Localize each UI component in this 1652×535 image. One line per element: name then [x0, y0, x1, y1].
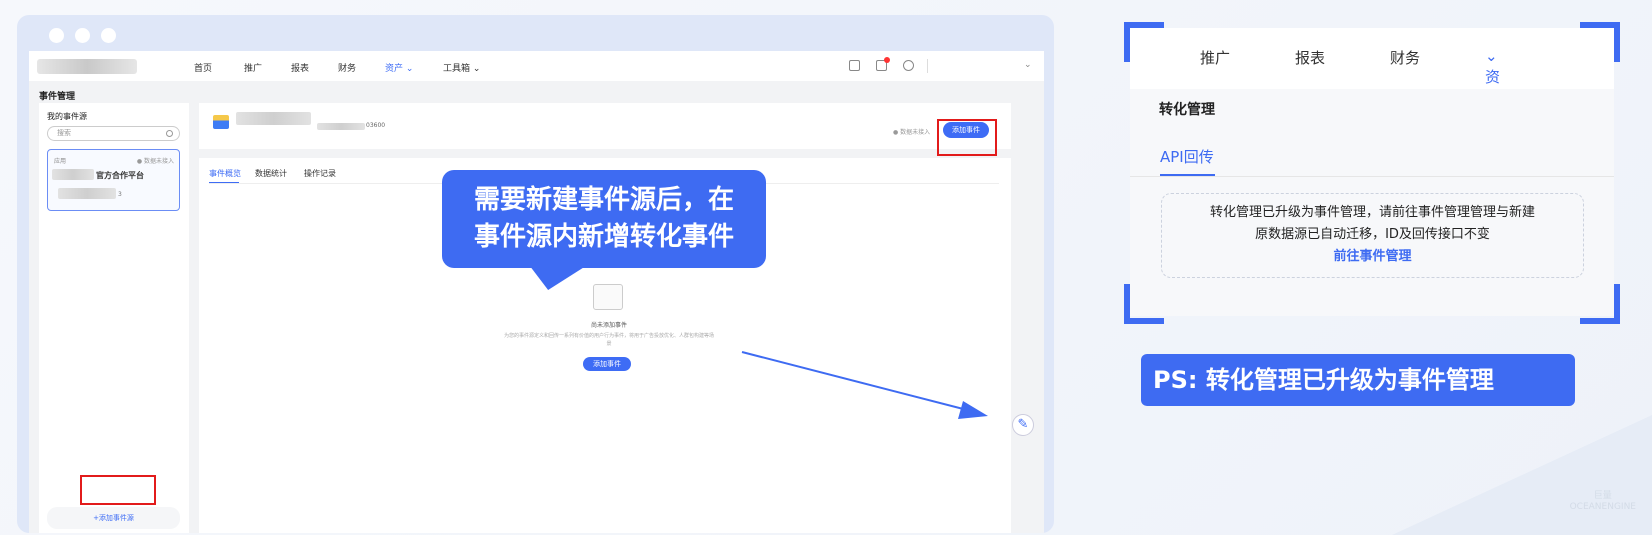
upgrade-notice: 转化管理已升级为事件管理，请前往事件管理管理与新建 原数据源已自动迁移，ID及回…	[1161, 193, 1584, 278]
nav-item-promotion[interactable]: 推广	[1200, 47, 1230, 68]
nav-item-reports[interactable]: 报表	[1295, 47, 1325, 68]
nav-item-assets[interactable]: 资产 ⌄	[1485, 47, 1500, 107]
frame-corner	[1124, 22, 1164, 62]
frame-corner	[1580, 284, 1620, 324]
notice-line-1: 转化管理已升级为事件管理，请前往事件管理管理与新建	[1209, 205, 1535, 220]
tab-api-callback[interactable]: API回传	[1160, 146, 1214, 167]
notice-line-2: 原数据源已自动迁移，ID及回传接口不变	[1255, 227, 1490, 242]
nav-item-finance[interactable]: 财务	[1390, 47, 1420, 68]
tab-divider	[1130, 176, 1614, 177]
frame-corner	[1580, 22, 1620, 62]
frame-corner	[1124, 284, 1164, 324]
section-title: 转化管理	[1159, 102, 1215, 118]
goto-event-management-link[interactable]: 前往事件管理	[1162, 246, 1583, 268]
ps-banner: PS: 转化管理已升级为事件管理	[1141, 354, 1575, 406]
panel-navigation: 推广 报表 财务 资产 ⌄	[1130, 28, 1614, 107]
